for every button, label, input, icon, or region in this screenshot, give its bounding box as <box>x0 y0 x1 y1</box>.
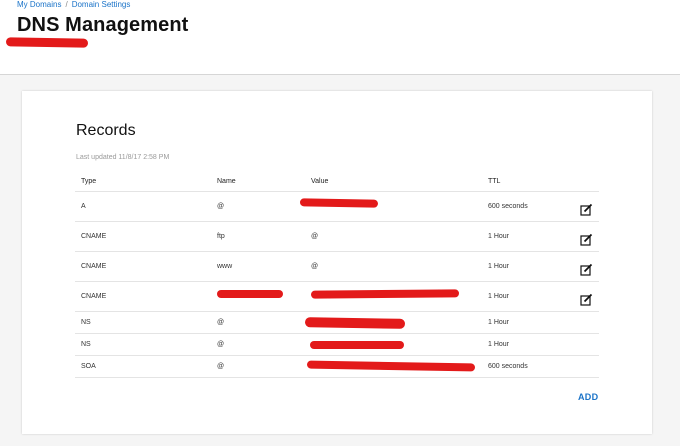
table-row: CNAME ftp @ 1 Hour <box>75 222 599 252</box>
redaction-mark <box>306 360 476 372</box>
edit-icon[interactable] <box>580 263 593 276</box>
record-type: A <box>81 203 86 210</box>
record-ttl: 600 seconds <box>488 363 528 370</box>
records-card: Records Last updated 11/8/17 2:58 PM Typ… <box>22 91 652 434</box>
record-ttl: 1 Hour <box>488 263 510 270</box>
table-row: NS @ 1 Hour <box>75 334 599 356</box>
redaction-mark <box>299 198 379 208</box>
record-name: www <box>217 263 233 270</box>
breadcrumb: My Domains / Domain Settings <box>17 0 130 9</box>
record-ttl: 1 Hour <box>488 341 510 348</box>
edit-icon[interactable] <box>580 293 593 306</box>
record-name: ftp <box>217 233 225 240</box>
column-header-value: Value <box>311 178 329 185</box>
breadcrumb-my-domains[interactable]: My Domains <box>17 0 61 9</box>
redaction-mark <box>5 37 89 48</box>
redaction-mark <box>304 317 406 329</box>
record-type: NS <box>81 341 91 348</box>
record-name: @ <box>217 319 225 326</box>
record-type: SOA <box>81 363 96 370</box>
record-ttl: 1 Hour <box>488 293 510 300</box>
record-name: @ <box>217 341 225 348</box>
column-header-ttl: TTL <box>488 178 501 185</box>
edit-icon[interactable] <box>580 203 593 216</box>
record-value: @ <box>311 263 319 270</box>
add-record-button[interactable]: ADD <box>578 392 598 402</box>
records-table: Type Name Value TTL A @ 600 seconds CNAM… <box>75 171 599 378</box>
table-row: A @ 600 seconds <box>75 192 599 222</box>
table-row: CNAME www @ 1 Hour <box>75 252 599 282</box>
last-updated-text: Last updated 11/8/17 2:58 PM <box>76 154 170 161</box>
record-type: CNAME <box>81 263 107 270</box>
breadcrumb-domain-settings[interactable]: Domain Settings <box>72 0 131 9</box>
redaction-mark <box>310 341 404 349</box>
record-ttl: 1 Hour <box>488 233 510 240</box>
page-title: DNS Management <box>17 14 189 36</box>
redaction-mark <box>310 289 460 299</box>
record-type: NS <box>81 319 91 326</box>
record-value: @ <box>311 233 319 240</box>
table-row: SOA @ 600 seconds <box>75 356 599 378</box>
column-header-type: Type <box>81 178 97 185</box>
record-name: @ <box>217 203 225 210</box>
redaction-mark <box>217 290 283 298</box>
breadcrumb-separator: / <box>65 0 68 9</box>
record-ttl: 600 seconds <box>488 203 528 210</box>
column-header-name: Name <box>217 178 236 185</box>
record-type: CNAME <box>81 233 107 240</box>
edit-icon[interactable] <box>580 233 593 246</box>
table-header: Type Name Value TTL <box>75 171 599 192</box>
record-ttl: 1 Hour <box>488 319 510 326</box>
page-header: My Domains / Domain Settings DNS Managem… <box>0 0 680 75</box>
table-row: CNAME 1 Hour <box>75 282 599 312</box>
table-row: NS @ 1 Hour <box>75 312 599 334</box>
record-type: CNAME <box>81 293 107 300</box>
records-title: Records <box>76 122 136 139</box>
record-name: @ <box>217 363 225 370</box>
